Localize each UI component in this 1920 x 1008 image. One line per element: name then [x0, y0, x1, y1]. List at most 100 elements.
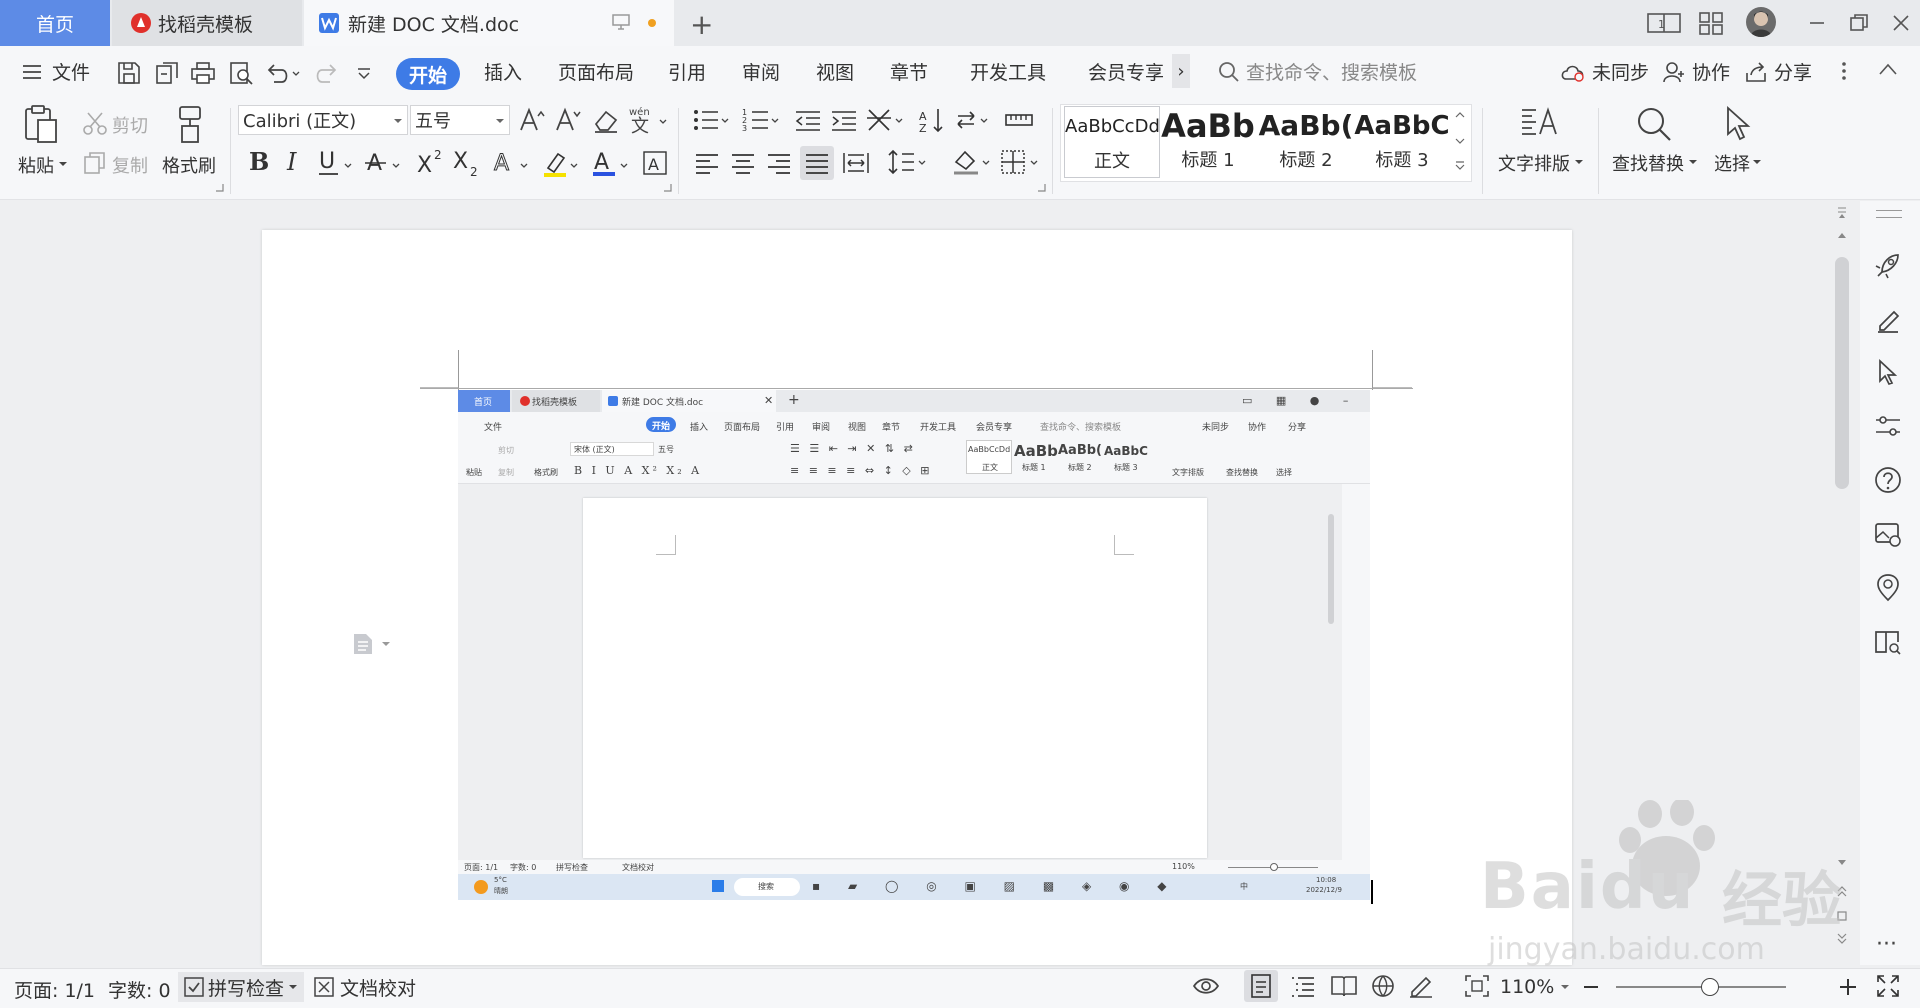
- word-count[interactable]: 字数: 0: [108, 976, 171, 1003]
- tab-document[interactable]: 新建 DOC 文档.doc: [304, 0, 674, 46]
- help-icon[interactable]: [1872, 464, 1904, 496]
- tab-home[interactable]: 首页: [0, 0, 110, 46]
- undo-icon[interactable]: [264, 60, 300, 86]
- menu-references[interactable]: 引用: [668, 58, 706, 85]
- bullets-icon[interactable]: [692, 106, 732, 134]
- menu-view[interactable]: 视图: [816, 58, 854, 85]
- adjust-sliders-icon[interactable]: [1872, 410, 1904, 442]
- fit-page-icon[interactable]: [1464, 974, 1490, 998]
- style-heading-3[interactable]: AaBbC 标题 3: [1354, 106, 1450, 178]
- font-launcher-icon[interactable]: [664, 184, 672, 192]
- sidebar-more-icon[interactable]: ···: [1876, 932, 1897, 957]
- monitor-icon[interactable]: [612, 14, 630, 30]
- copy-button[interactable]: 复制: [112, 152, 148, 178]
- increase-indent-icon[interactable]: [830, 108, 858, 134]
- book-review-icon[interactable]: [1872, 626, 1904, 658]
- pen-edit-icon[interactable]: [1872, 304, 1904, 336]
- select-button[interactable]: 选择: [1714, 150, 1750, 176]
- underline-icon[interactable]: U: [316, 148, 356, 178]
- copy-icon[interactable]: [82, 150, 108, 176]
- text-effect-icon[interactable]: A: [492, 148, 532, 178]
- format-painter-button[interactable]: 格式刷: [162, 152, 216, 178]
- distribute-icon[interactable]: [842, 150, 870, 176]
- select-cursor-icon[interactable]: [1722, 104, 1754, 144]
- chinese-layout-icon[interactable]: [866, 106, 906, 134]
- text-layout-icon[interactable]: [1518, 104, 1560, 144]
- menu-more-button[interactable]: ›: [1172, 54, 1190, 88]
- tab-template-store[interactable]: 找稻壳模板: [112, 0, 302, 46]
- new-tab-button[interactable]: +: [690, 8, 713, 41]
- user-avatar[interactable]: [1746, 7, 1776, 37]
- cursor-select-icon[interactable]: [1872, 356, 1904, 388]
- more-options-icon[interactable]: [1840, 60, 1848, 82]
- zoom-slider[interactable]: [1616, 978, 1786, 996]
- paste-button[interactable]: 粘贴: [18, 152, 54, 178]
- location-pin-icon[interactable]: [1872, 572, 1904, 604]
- menu-member[interactable]: 会员专享: [1088, 58, 1164, 85]
- table-ruler-icon[interactable]: [1004, 108, 1034, 134]
- rocket-icon[interactable]: [1872, 250, 1904, 282]
- strikethrough-icon[interactable]: A: [364, 148, 404, 178]
- menu-developer[interactable]: 开发工具: [970, 58, 1046, 85]
- page-view-button[interactable]: [1244, 970, 1278, 1002]
- justify-icon[interactable]: [800, 146, 834, 180]
- eye-protection-icon[interactable]: [1192, 974, 1220, 998]
- spell-check-button[interactable]: 拼写检查: [178, 972, 305, 1002]
- paste-dropdown-icon[interactable]: [58, 160, 68, 168]
- style-heading-2[interactable]: AaBb( 标题 2: [1258, 106, 1354, 178]
- format-painter-icon[interactable]: [172, 104, 208, 144]
- menu-start[interactable]: 开始: [396, 58, 460, 90]
- styles-scroll-down-icon[interactable]: [1454, 136, 1466, 146]
- quick-save-icon[interactable]: [116, 60, 142, 86]
- paragraph-options-icon[interactable]: [352, 632, 394, 656]
- style-heading-1[interactable]: AaBb 标题 1: [1160, 106, 1256, 178]
- select-dropdown-icon[interactable]: [1752, 158, 1762, 166]
- find-replace-icon[interactable]: [1634, 104, 1674, 144]
- clear-format-icon[interactable]: [592, 108, 620, 134]
- menu-insert[interactable]: 插入: [484, 58, 522, 85]
- zoom-in-button[interactable]: [1838, 976, 1858, 998]
- pinyin-guide-icon[interactable]: wén 文: [628, 104, 668, 134]
- show-marks-icon[interactable]: [954, 106, 990, 134]
- find-replace-dropdown-icon[interactable]: [1688, 158, 1698, 166]
- align-right-icon[interactable]: [766, 150, 792, 176]
- redo-icon[interactable]: [314, 60, 340, 86]
- sort-icon[interactable]: AZ: [918, 106, 946, 134]
- paste-icon[interactable]: [22, 104, 60, 144]
- font-size-select[interactable]: 五号: [410, 105, 510, 135]
- cut-icon[interactable]: [82, 110, 108, 136]
- shrink-font-icon[interactable]: [554, 106, 582, 134]
- align-center-icon[interactable]: [730, 150, 756, 176]
- collapse-ribbon-icon[interactable]: [1878, 62, 1898, 76]
- file-menu[interactable]: 文件: [22, 58, 90, 85]
- line-spacing-icon[interactable]: [888, 148, 930, 176]
- web-view-icon[interactable]: [1370, 974, 1396, 998]
- menu-chapter[interactable]: 章节: [890, 58, 928, 85]
- sync-button[interactable]: 未同步: [1560, 58, 1649, 85]
- close-icon[interactable]: [1888, 10, 1916, 36]
- page-counter[interactable]: 页面: 1/1: [14, 976, 95, 1003]
- collab-button[interactable]: 协作: [1662, 58, 1730, 85]
- proofread-button[interactable]: 文档校对: [314, 972, 416, 1002]
- zoom-slider-knob[interactable]: [1700, 978, 1719, 996]
- share-button[interactable]: 分享: [1744, 58, 1812, 85]
- menu-review[interactable]: 审阅: [742, 58, 780, 85]
- bold-icon[interactable]: B: [246, 148, 270, 176]
- align-left-icon[interactable]: [694, 150, 720, 176]
- reading-mode-icon[interactable]: 1: [1646, 10, 1681, 36]
- italic-icon[interactable]: I: [284, 148, 304, 176]
- command-search[interactable]: 查找命令、搜索模板: [1218, 58, 1417, 85]
- highlight-color-icon[interactable]: [542, 148, 582, 178]
- text-layout-button[interactable]: 文字排版: [1498, 150, 1570, 176]
- outline-view-icon[interactable]: [1290, 974, 1316, 998]
- font-color-icon[interactable]: A: [592, 148, 632, 178]
- zoom-select[interactable]: 110%: [1500, 976, 1570, 998]
- subscript-icon[interactable]: X2: [452, 148, 482, 178]
- borders-icon[interactable]: [1000, 148, 1042, 176]
- font-name-select[interactable]: Calibri (正文): [238, 105, 408, 135]
- print-preview-icon[interactable]: [228, 60, 254, 86]
- clipboard-launcher-icon[interactable]: [216, 184, 224, 192]
- style-normal[interactable]: AaBbCcDd 正文: [1064, 106, 1160, 178]
- grid-apps-icon[interactable]: [1698, 10, 1726, 36]
- scroll-thumb[interactable]: [1835, 257, 1849, 489]
